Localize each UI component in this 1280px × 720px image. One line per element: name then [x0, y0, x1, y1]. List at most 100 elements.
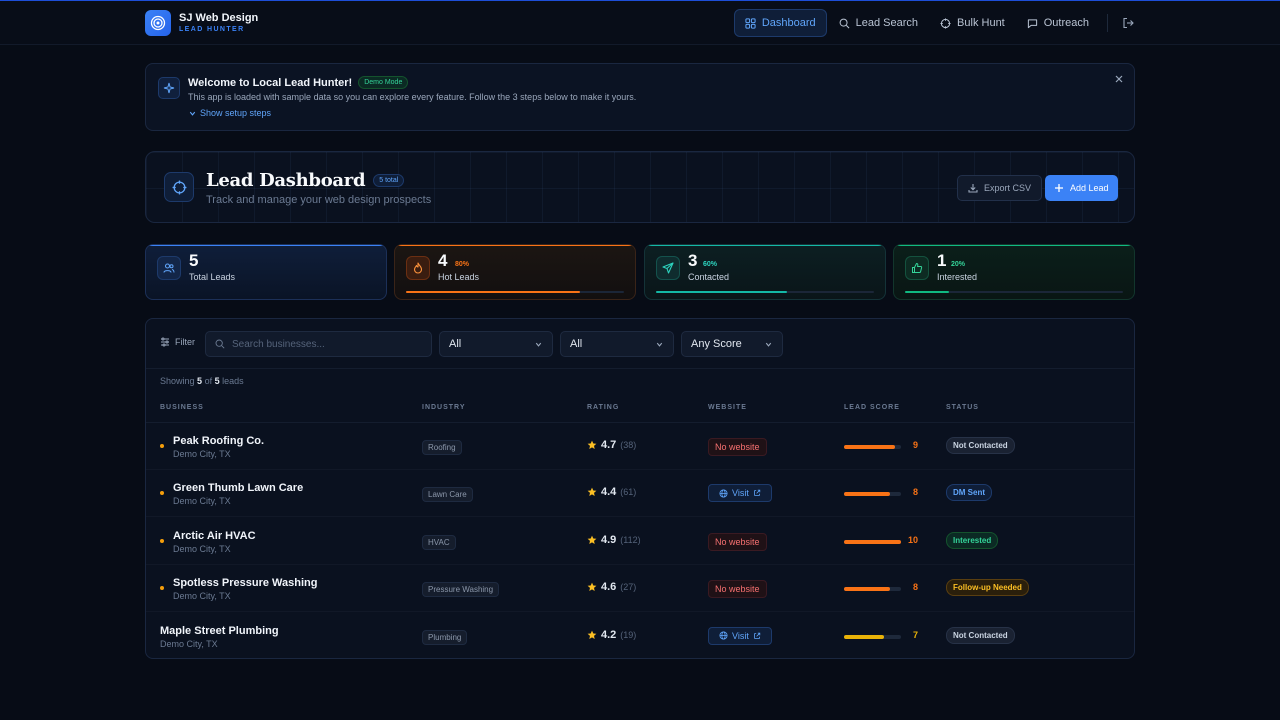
page-title: Lead Dashboard [206, 170, 366, 191]
status-badge[interactable]: Not Contacted [946, 626, 1015, 644]
lead-score-value: 8 [912, 582, 918, 593]
add-lead-button[interactable]: Add Lead [1045, 175, 1118, 201]
table-row[interactable]: Peak Roofing Co. Demo City, TX Roofing 4.7(… [146, 423, 1134, 470]
lead-score-bar [844, 539, 901, 544]
table-row[interactable]: Arctic Air HVAC Demo City, TX HVAC 4.9 (112)… [146, 518, 1134, 565]
close-banner-button[interactable] [1114, 73, 1124, 87]
hot-lead-indicator [160, 538, 164, 543]
status-badge[interactable]: Follow-up Needed [946, 579, 1029, 597]
rating-value: 4.6 [601, 581, 617, 594]
search-icon [839, 18, 850, 28]
column-header-lead-score[interactable]: LEAD SCORE [844, 404, 900, 411]
export-csv-button[interactable]: Export CSV [957, 175, 1043, 201]
industry-select[interactable]: All [439, 331, 553, 357]
lead-score-fill [844, 492, 890, 497]
filter-label: Filter [175, 337, 195, 347]
page-subtitle: Track and manage your web design prospec… [206, 194, 432, 206]
message-icon [1027, 18, 1037, 28]
stat-card-interested[interactable]: 1 20% Interested [893, 244, 1135, 300]
business-name[interactable]: Arctic Air HVAC [173, 530, 256, 542]
search-input[interactable] [232, 338, 422, 350]
star-icon [587, 535, 597, 544]
external-link-icon [754, 490, 761, 497]
stat-percent: 80% [455, 261, 470, 268]
globe-icon [719, 489, 728, 498]
review-count: (38) [620, 440, 637, 450]
stats-row: 5 Total Leads 4 80% Hot Leads 3 60% Cont… [145, 244, 1135, 300]
status-badge[interactable]: Interested [946, 531, 999, 549]
stat-progress-fill [656, 291, 787, 293]
business-location: Demo City, TX [173, 591, 231, 602]
nav-dashboard[interactable]: Dashboard [733, 9, 827, 37]
rating: 4.7 (38) [587, 439, 636, 451]
logout-button[interactable] [1116, 9, 1140, 37]
lead-score-fill [844, 445, 896, 449]
business-location: Demo City, TX [160, 638, 218, 649]
showing-prefix: Showing [160, 376, 195, 386]
table-row[interactable]: Maple Street Plumbing Demo City, TX Plumbi… [146, 613, 1134, 658]
stat-progress-track [905, 291, 1123, 293]
chevron-down-icon [189, 111, 196, 116]
search-box [205, 331, 432, 357]
rating: 4.9 (112) [587, 534, 641, 546]
visit-label: Visit [732, 488, 749, 499]
stat-value: 3 [688, 251, 698, 270]
download-icon [968, 184, 978, 193]
nav-outreach-label: Outreach [1043, 17, 1089, 29]
star-icon [587, 630, 597, 639]
hot-lead-indicator [160, 444, 164, 448]
business-name[interactable]: Peak Roofing Co. [173, 435, 264, 447]
nav-outreach[interactable]: Outreach [1017, 9, 1099, 37]
score-select[interactable]: Any Score [681, 331, 783, 357]
welcome-description: This app is loaded with sample data so y… [188, 92, 637, 102]
nav-divider [1107, 14, 1108, 32]
stat-percent: 20% [951, 261, 966, 268]
nav-bulk-hunt-label: Bulk Hunt [957, 17, 1005, 29]
rating: 4.6 (27) [587, 581, 636, 593]
column-header-status[interactable]: STATUS [946, 404, 979, 411]
stat-label: Interested [937, 272, 978, 282]
showing-of: of [204, 376, 213, 386]
sparkles-icon [158, 77, 180, 99]
business-name[interactable]: Green Thumb Lawn Care [173, 482, 303, 494]
welcome-title: Welcome to Local Lead Hunter! [188, 76, 353, 89]
nav-bulk-hunt[interactable]: Bulk Hunt [930, 9, 1015, 37]
table-row[interactable]: Spotless Pressure Washing Demo City, TX Pr… [146, 565, 1134, 613]
business-location: Demo City, TX [173, 496, 231, 507]
column-header-rating[interactable]: RATING [587, 404, 619, 411]
leads-table-card: Filter All All Any Score Showing 5 of 5 … [145, 318, 1135, 659]
column-header-business[interactable]: BUSINESS [160, 404, 204, 411]
hot-lead-indicator [160, 491, 164, 496]
lead-score-fill [844, 587, 890, 592]
status-badge[interactable]: Not Contacted [946, 437, 1015, 454]
status-select-value: All [570, 338, 583, 350]
stat-card-hot-leads[interactable]: 4 80% Hot Leads [394, 244, 636, 300]
visit-website-link[interactable]: Visit [708, 484, 772, 503]
stat-card-total-leads[interactable]: 5 Total Leads [145, 244, 387, 300]
lead-score-value: 9 [912, 440, 918, 450]
main-nav: Dashboard Lead Search Bulk Hunt Outreach [732, 9, 1140, 37]
business-name[interactable]: Spotless Pressure Washing [173, 577, 317, 589]
visit-website-link[interactable]: Visit [708, 626, 772, 645]
dashboard-header: Lead Dashboard 5 total Track and manage … [145, 151, 1135, 223]
column-header-industry[interactable]: INDUSTRY [422, 404, 466, 411]
status-select[interactable]: All [560, 331, 674, 357]
review-count: (19) [620, 629, 637, 640]
filter-toggle[interactable]: Filter [160, 337, 195, 347]
flame-icon [406, 256, 430, 280]
lead-score-bar [844, 445, 901, 449]
table-row[interactable]: Green Thumb Lawn Care Demo City, TX Lawn C… [146, 470, 1134, 518]
stat-card-contacted[interactable]: 3 60% Contacted [644, 244, 886, 300]
globe-icon [719, 631, 728, 640]
status-badge[interactable]: DM Sent [946, 484, 992, 502]
rating: 4.2 (19) [587, 629, 636, 641]
plus-icon [1055, 184, 1063, 192]
nav-lead-search[interactable]: Lead Search [829, 9, 928, 37]
rating: 4.4 (61) [587, 486, 636, 498]
column-header-website[interactable]: WEBSITE [708, 404, 747, 411]
target-logo-icon [145, 10, 171, 36]
show-setup-steps-link[interactable]: Show setup steps [188, 108, 271, 118]
lead-score-fill [844, 539, 901, 544]
brand[interactable]: SJ Web Design LEAD HUNTER [145, 10, 258, 36]
business-name[interactable]: Maple Street Plumbing [160, 625, 279, 637]
